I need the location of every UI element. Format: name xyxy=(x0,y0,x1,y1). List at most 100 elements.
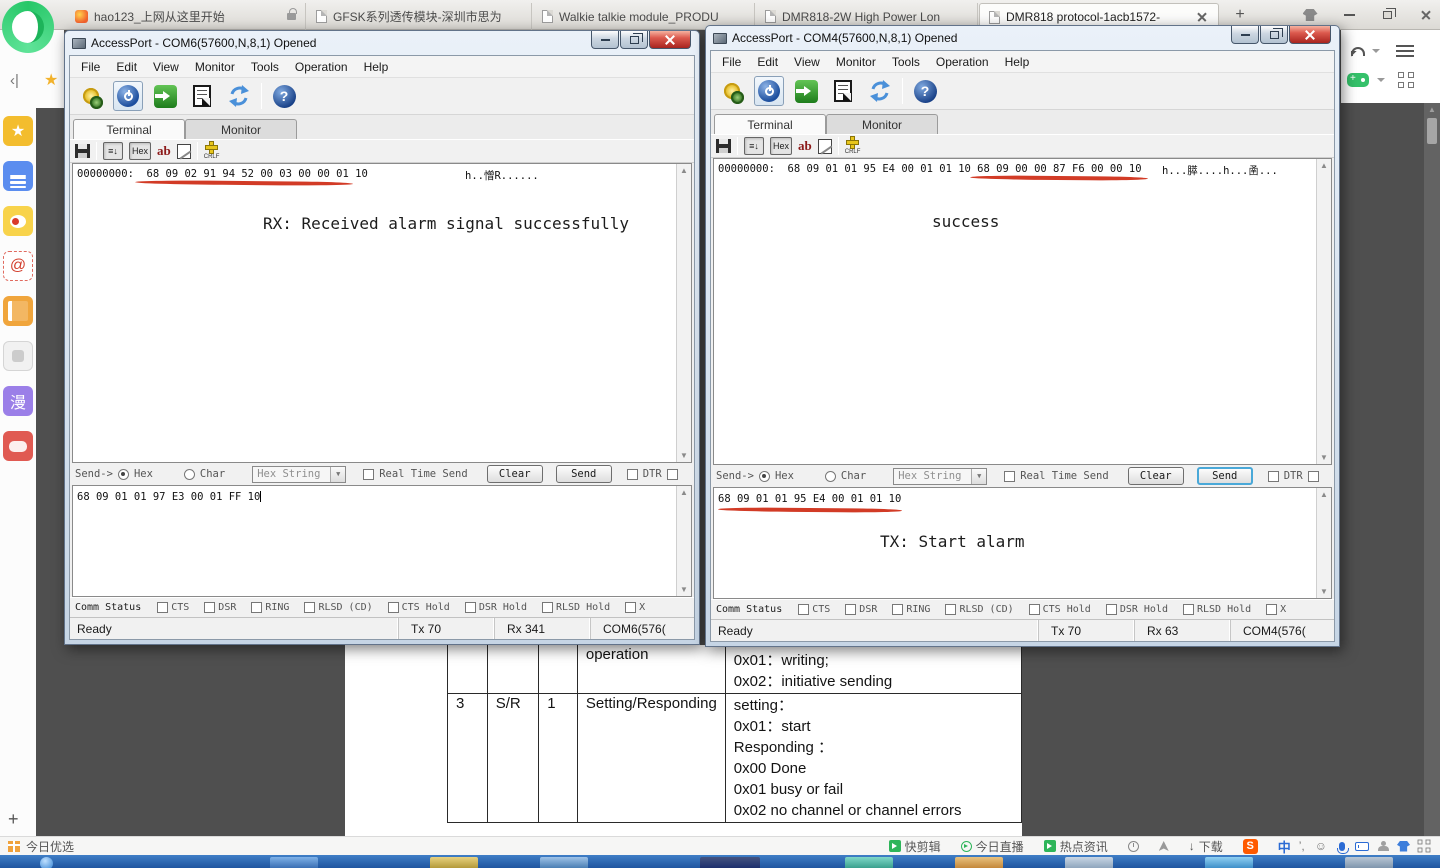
browser-skin-button[interactable] xyxy=(1295,4,1325,26)
ime-punctuation-toggle[interactable]: ’, xyxy=(1299,839,1305,853)
hex-radio[interactable] xyxy=(118,469,129,480)
scroll-up-icon[interactable]: ▲ xyxy=(1320,490,1328,499)
save-icon[interactable] xyxy=(75,144,90,158)
help-button[interactable]: ? xyxy=(269,81,299,111)
browser-logo[interactable] xyxy=(2,1,54,53)
terminal-scrollbar[interactable]: ▲ ▼ xyxy=(1316,159,1331,464)
scroll-up-icon[interactable]: ▲ xyxy=(680,166,688,175)
sidebar-item-manga[interactable]: 漫 xyxy=(3,386,33,416)
scroll-up-icon[interactable]: ▲ xyxy=(680,488,688,497)
chevron-down-icon[interactable]: ▼ xyxy=(971,469,986,484)
chevron-down-icon[interactable] xyxy=(1377,78,1385,86)
browser-close-button[interactable] xyxy=(1408,4,1438,26)
send-button[interactable]: Send xyxy=(556,465,612,483)
log-view-button[interactable] xyxy=(828,76,858,106)
scroll-up-icon[interactable]: ▲ xyxy=(1424,103,1440,114)
tab-close-icon[interactable] xyxy=(1195,10,1209,24)
start-orb[interactable] xyxy=(40,857,53,868)
favorites-star-icon[interactable]: ★ xyxy=(44,70,58,90)
menu-help[interactable]: Help xyxy=(356,58,397,76)
char-radio[interactable] xyxy=(184,469,195,480)
close-button[interactable] xyxy=(649,31,691,49)
minimize-button[interactable] xyxy=(591,31,619,49)
menu-tools[interactable]: Tools xyxy=(243,58,287,76)
menu-file[interactable]: File xyxy=(73,58,108,76)
keyboard-icon[interactable] xyxy=(1355,842,1369,851)
tab-terminal[interactable]: Terminal xyxy=(73,119,185,139)
refresh-button[interactable] xyxy=(224,81,254,111)
menu-edit[interactable]: Edit xyxy=(108,58,145,76)
send-scrollbar[interactable]: ▲ ▼ xyxy=(676,486,691,596)
tab-monitor[interactable]: Monitor xyxy=(185,119,297,139)
taskbar-button[interactable] xyxy=(540,857,588,868)
sidebar-item-weibo[interactable] xyxy=(3,206,33,236)
format-dropdown[interactable]: Hex String▼ xyxy=(893,468,987,485)
tab-monitor[interactable]: Monitor xyxy=(826,114,938,134)
rts-checkbox[interactable] xyxy=(667,469,678,480)
minimize-button[interactable] xyxy=(1231,26,1259,44)
hex-radio[interactable] xyxy=(759,471,770,482)
sidebar-item-extensions[interactable] xyxy=(3,341,33,371)
send-input-area[interactable]: 68 09 01 01 97 E3 00 01 FF 10 ▲ ▼ xyxy=(72,485,692,597)
menu-operation[interactable]: Operation xyxy=(287,58,356,76)
menu-icon[interactable] xyxy=(1396,42,1414,60)
title-bar[interactable]: AccessPort - COM4(57600,N,8,1) Opened xyxy=(710,26,1335,50)
send-button[interactable]: Send xyxy=(1197,467,1253,485)
chevron-down-icon[interactable]: ▼ xyxy=(330,467,345,482)
autoscroll-button[interactable]: ≡↓ xyxy=(744,137,764,155)
collapse-sidebar-icon[interactable]: ‹| xyxy=(10,72,19,89)
history-button[interactable] xyxy=(1128,841,1139,852)
windows-taskbar[interactable] xyxy=(0,855,1440,868)
ime-skin-icon[interactable] xyxy=(1397,841,1410,852)
today-picks-label[interactable]: 今日优选 xyxy=(26,838,74,855)
menu-tools[interactable]: Tools xyxy=(884,53,928,71)
browser-restore-button[interactable] xyxy=(1372,4,1402,26)
new-tab-button[interactable]: + xyxy=(1228,6,1252,26)
scroll-down-icon[interactable]: ▼ xyxy=(680,451,688,460)
sidebar-add-button[interactable]: + xyxy=(8,809,19,830)
sidebar-item-games[interactable] xyxy=(3,431,33,461)
realtime-send-checkbox[interactable] xyxy=(1004,471,1015,482)
open-port-button[interactable] xyxy=(754,76,784,106)
title-bar[interactable]: AccessPort - COM6(57600,N,8,1) Opened xyxy=(69,31,695,55)
sidebar-item-news[interactable] xyxy=(3,161,33,191)
hex-view-button[interactable]: Hex xyxy=(770,137,792,155)
ime-account-icon[interactable] xyxy=(1378,841,1388,851)
scroll-up-icon[interactable]: ▲ xyxy=(1320,161,1328,170)
menu-help[interactable]: Help xyxy=(997,53,1038,71)
browser-tab-hao123[interactable]: hao123_上网从这里开始 xyxy=(66,3,306,30)
open-port-button[interactable] xyxy=(113,81,143,111)
live-today-button[interactable]: 今日直播 xyxy=(961,838,1024,855)
boost-button[interactable] xyxy=(1159,841,1169,851)
microphone-icon[interactable] xyxy=(1339,842,1345,851)
scroll-down-icon[interactable]: ▼ xyxy=(680,585,688,594)
menu-operation[interactable]: Operation xyxy=(928,53,997,71)
ime-emoji-button[interactable]: ☺ xyxy=(1315,839,1327,853)
scrollbar-thumb[interactable] xyxy=(1427,118,1437,144)
menu-monitor[interactable]: Monitor xyxy=(828,53,884,71)
dtr-checkbox[interactable] xyxy=(627,469,638,480)
taskbar-button[interactable] xyxy=(1065,857,1113,868)
menu-monitor[interactable]: Monitor xyxy=(187,58,243,76)
menu-file[interactable]: File xyxy=(714,53,749,71)
taskbar-button[interactable] xyxy=(270,857,318,868)
taskbar-button[interactable] xyxy=(700,857,760,868)
download-button[interactable]: ↓下载 xyxy=(1189,838,1223,855)
autoscroll-button[interactable]: ≡↓ xyxy=(103,142,123,160)
help-button[interactable]: ? xyxy=(910,76,940,106)
clear-terminal-icon[interactable] xyxy=(177,144,191,159)
ascii-view-button[interactable]: ab xyxy=(157,143,171,159)
ascii-view-button[interactable]: ab xyxy=(798,138,812,154)
undo-icon[interactable] xyxy=(1351,47,1365,56)
taskbar-button[interactable] xyxy=(1345,857,1393,868)
maximize-button[interactable] xyxy=(1260,26,1288,44)
menu-view[interactable]: View xyxy=(786,53,828,71)
refresh-button[interactable] xyxy=(865,76,895,106)
page-scrollbar[interactable]: ▲ xyxy=(1424,103,1440,836)
menu-view[interactable]: View xyxy=(145,58,187,76)
game-center-icon[interactable] xyxy=(1347,73,1369,87)
hex-view-button[interactable]: Hex xyxy=(129,142,151,160)
quick-clip-button[interactable]: 快剪辑 xyxy=(889,838,941,855)
tab-terminal[interactable]: Terminal xyxy=(714,114,826,134)
sidebar-item-favorites[interactable]: ★ xyxy=(3,116,33,146)
